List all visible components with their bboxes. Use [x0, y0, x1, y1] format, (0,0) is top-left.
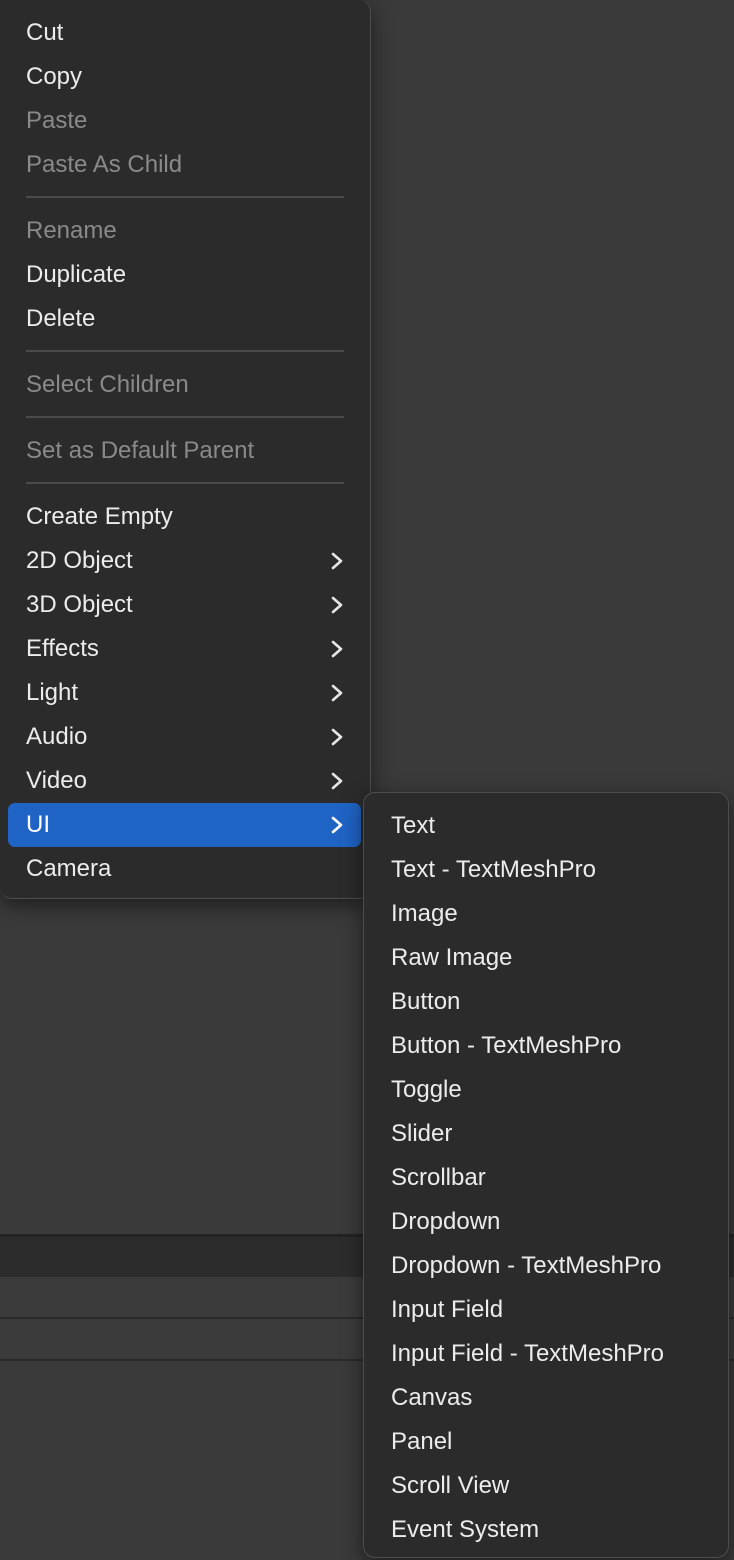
chevron-right-icon — [327, 627, 347, 671]
submenu-item-dropdown-textmeshpro[interactable]: Dropdown - TextMeshPro — [373, 1244, 721, 1288]
menu-item-select-children[interactable]: Select Children — [8, 363, 361, 407]
menu-item-paste[interactable]: Paste — [8, 99, 361, 143]
menu-item-label: Video — [26, 767, 87, 794]
ui-submenu: Text Text - TextMeshPro Image Raw Image … — [363, 792, 729, 1558]
submenu-item-input-field[interactable]: Input Field — [373, 1288, 721, 1332]
menu-item-duplicate[interactable]: Duplicate — [8, 253, 361, 297]
menu-item-light[interactable]: Light — [8, 671, 361, 715]
menu-item-label: Effects — [26, 635, 99, 662]
submenu-item-canvas[interactable]: Canvas — [373, 1376, 721, 1420]
menu-separator — [26, 482, 344, 484]
submenu-item-image[interactable]: Image — [373, 892, 721, 936]
menu-item-ui[interactable]: UI — [8, 803, 361, 847]
menu-item-set-default-parent[interactable]: Set as Default Parent — [8, 429, 361, 473]
chevron-right-icon — [327, 539, 347, 583]
menu-item-create-empty[interactable]: Create Empty — [8, 495, 361, 539]
submenu-item-button[interactable]: Button — [373, 980, 721, 1024]
menu-item-effects[interactable]: Effects — [8, 627, 361, 671]
submenu-item-panel[interactable]: Panel — [373, 1420, 721, 1464]
menu-item-copy[interactable]: Copy — [8, 55, 361, 99]
menu-item-video[interactable]: Video — [8, 759, 361, 803]
submenu-item-input-field-textmeshpro[interactable]: Input Field - TextMeshPro — [373, 1332, 721, 1376]
menu-item-audio[interactable]: Audio — [8, 715, 361, 759]
menu-separator — [26, 350, 344, 352]
submenu-item-text[interactable]: Text — [373, 804, 721, 848]
submenu-item-toggle[interactable]: Toggle — [373, 1068, 721, 1112]
chevron-right-icon — [327, 671, 347, 715]
submenu-item-slider[interactable]: Slider — [373, 1112, 721, 1156]
menu-item-camera[interactable]: Camera — [8, 847, 361, 891]
chevron-right-icon — [327, 759, 347, 803]
chevron-right-icon — [327, 803, 347, 847]
menu-item-label: Audio — [26, 723, 88, 750]
menu-item-label: 3D Object — [26, 591, 133, 618]
menu-item-delete[interactable]: Delete — [8, 297, 361, 341]
menu-item-3d-object[interactable]: 3D Object — [8, 583, 361, 627]
menu-item-cut[interactable]: Cut — [8, 11, 361, 55]
menu-separator — [26, 416, 344, 418]
menu-item-2d-object[interactable]: 2D Object — [8, 539, 361, 583]
submenu-item-event-system[interactable]: Event System — [373, 1508, 721, 1552]
context-menu: Cut Copy Paste Paste As Child Rename Dup… — [0, 0, 371, 899]
submenu-item-scroll-view[interactable]: Scroll View — [373, 1464, 721, 1508]
submenu-item-scrollbar[interactable]: Scrollbar — [373, 1156, 721, 1200]
submenu-item-dropdown[interactable]: Dropdown — [373, 1200, 721, 1244]
menu-item-label: Light — [26, 679, 79, 706]
chevron-right-icon — [327, 583, 347, 627]
menu-item-rename[interactable]: Rename — [8, 209, 361, 253]
submenu-item-text-textmeshpro[interactable]: Text - TextMeshPro — [373, 848, 721, 892]
submenu-item-raw-image[interactable]: Raw Image — [373, 936, 721, 980]
menu-separator — [26, 196, 344, 198]
submenu-item-button-textmeshpro[interactable]: Button - TextMeshPro — [373, 1024, 721, 1068]
menu-item-label: 2D Object — [26, 547, 133, 574]
menu-item-paste-as-child[interactable]: Paste As Child — [8, 143, 361, 187]
chevron-right-icon — [327, 715, 347, 759]
menu-item-label: UI — [26, 811, 50, 838]
